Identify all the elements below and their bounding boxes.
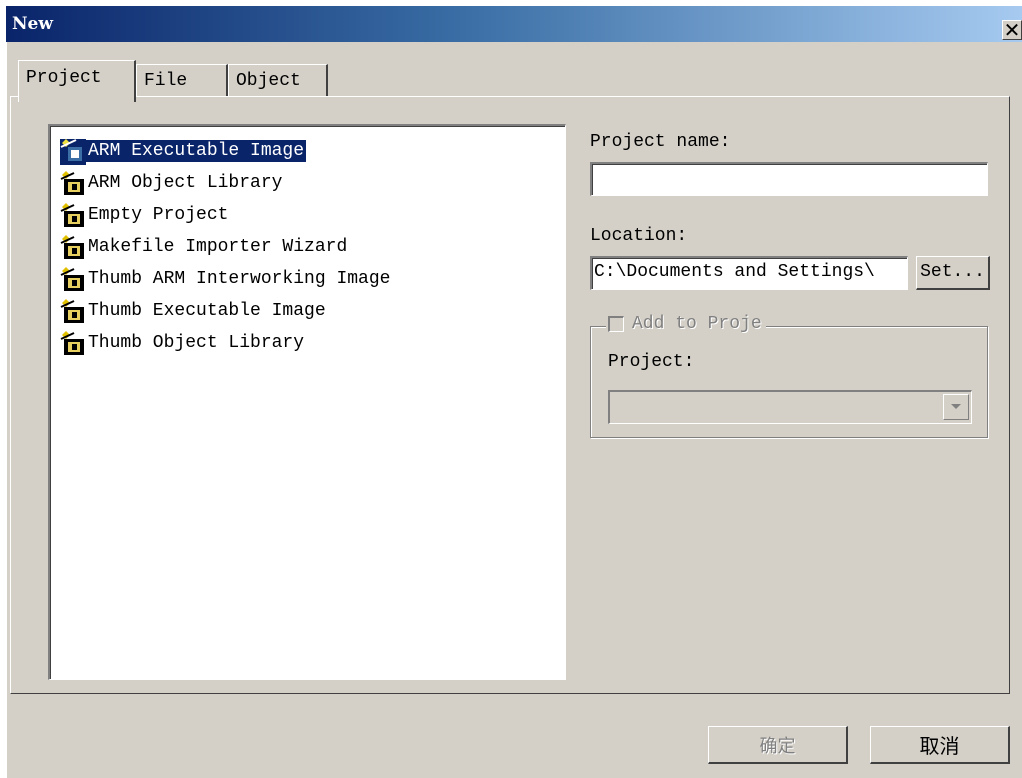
project-label: Project: [608,352,695,372]
tab-file[interactable]: File [136,64,228,96]
add-to-project-checkbox[interactable] [608,316,624,332]
tab-object-label: Object [236,71,301,91]
ok-button[interactable]: 确定 [708,726,848,764]
close-button[interactable]: ✕ [1002,20,1022,40]
tab-object[interactable]: Object [228,64,328,96]
project-wizard-icon [60,331,84,355]
list-item-label: Thumb Executable Image [88,301,326,321]
set-location-button[interactable]: Set... [916,256,990,290]
project-type-list[interactable]: ARM Executable Image ARM Object Library … [48,124,566,680]
dropdown-button[interactable] [943,394,969,420]
cancel-button[interactable]: 取消 [870,726,1010,764]
list-item[interactable]: Thumb Object Library [58,328,306,358]
close-icon: ✕ [1003,18,1021,42]
ok-button-label: 确定 [759,735,796,757]
chevron-down-icon [951,404,961,409]
project-wizard-icon [60,203,84,227]
tab-project-label: Project [26,68,102,88]
location-input[interactable]: C:\Documents and Settings\ [590,256,908,290]
project-wizard-icon [60,139,86,165]
list-item[interactable]: ARM Executable Image [58,136,307,166]
tab-project[interactable]: Project [18,60,136,102]
list-item-label: ARM Executable Image [86,140,307,162]
list-item-label: Empty Project [88,205,229,225]
list-item-label: Makefile Importer Wizard [88,237,348,257]
list-item-label: Thumb ARM Interworking Image [88,269,391,289]
project-name-label: Project name: [590,132,731,152]
list-item-label: ARM Object Library [88,173,283,193]
project-wizard-icon [60,235,84,259]
tab-file-label: File [144,71,188,91]
list-item-label: Thumb Object Library [88,333,305,353]
location-label: Location: [590,226,688,246]
project-name-input[interactable] [590,162,988,196]
list-item[interactable]: Empty Project [58,200,230,230]
title-bar: New ✕ [6,6,1022,42]
list-item[interactable]: Thumb Executable Image [58,296,328,326]
project-wizard-icon [60,267,84,291]
project-wizard-icon [60,299,84,323]
list-item[interactable]: Makefile Importer Wizard [58,232,349,262]
project-wizard-icon [60,171,84,195]
add-to-project-legend: Add to Proje [606,314,766,334]
project-select[interactable] [608,390,972,424]
add-to-project-label: Add to Proje [632,314,762,334]
list-item[interactable]: ARM Object Library [58,168,284,198]
window-title: New [12,14,53,34]
list-item[interactable]: Thumb ARM Interworking Image [58,264,392,294]
cancel-button-label: 取消 [919,734,960,758]
